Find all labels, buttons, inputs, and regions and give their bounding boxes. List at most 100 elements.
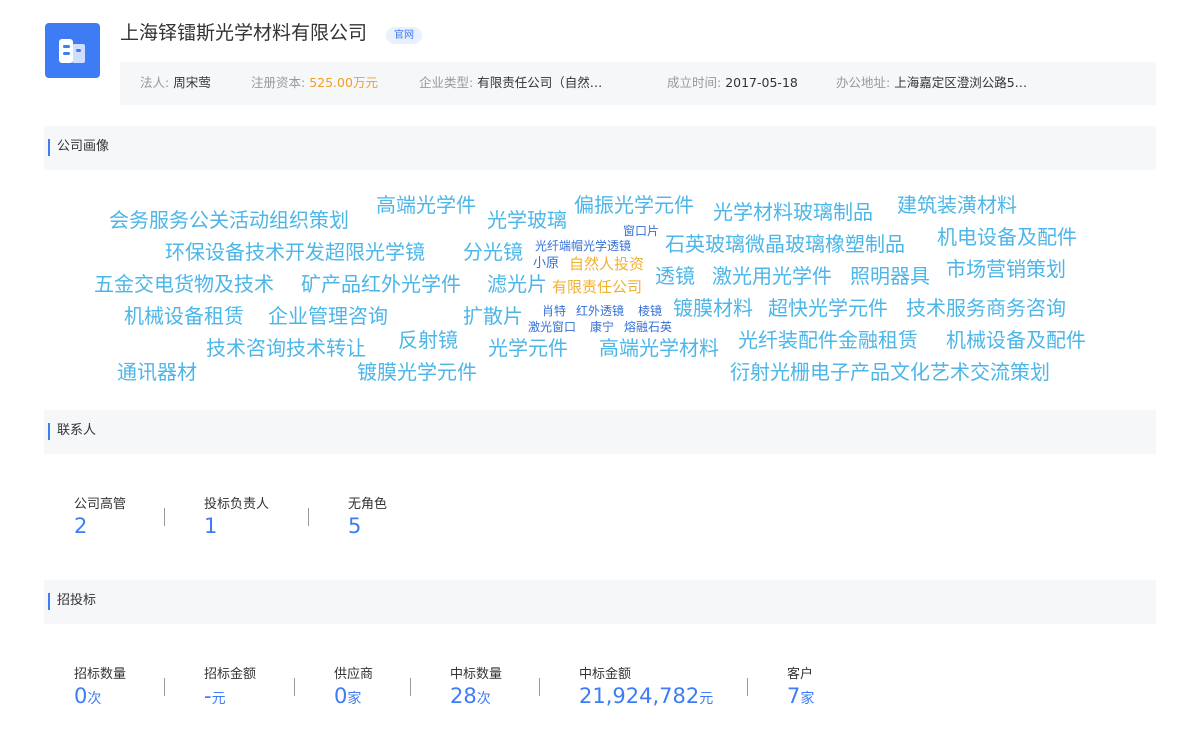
company-logo	[45, 23, 100, 78]
legal-rep-label: 法人:	[140, 75, 170, 90]
stat-number: -	[204, 684, 212, 708]
cloud-word[interactable]: 滤光片	[487, 274, 547, 294]
bid-stat-suppliers[interactable]: 供应商 0家	[334, 663, 373, 708]
capital-value: 525.00万元	[309, 75, 378, 90]
cloud-word[interactable]: 光学材料玻璃制品	[713, 202, 873, 222]
cloud-word[interactable]: 高端光学件	[376, 195, 476, 215]
cloud-word[interactable]: 机电设备及配件	[937, 227, 1077, 247]
cloud-word[interactable]: 熔融石英	[624, 321, 672, 333]
stat-unit: 元	[211, 691, 226, 707]
bid-stat-customers[interactable]: 客户 7家	[787, 663, 814, 708]
cloud-word[interactable]: 偏振光学元件	[574, 195, 694, 215]
stat-unit: 家	[800, 691, 815, 707]
cloud-word[interactable]: 扩散片	[463, 306, 523, 326]
bid-stat-tender-amount[interactable]: 招标金额 -元	[204, 663, 256, 708]
cloud-word[interactable]: 衍射光栅电子产品文化艺术交流策划	[730, 362, 1050, 382]
stat-number: 28	[450, 684, 477, 708]
divider	[294, 678, 295, 696]
cloud-word[interactable]: 镀膜光学元件	[357, 362, 477, 382]
cloud-word[interactable]: 红外透镜	[576, 305, 624, 317]
bid-stat-win-count[interactable]: 中标数量 28次	[450, 663, 502, 708]
founded-value: 2017-05-18	[725, 75, 798, 90]
cloud-word[interactable]: 环保设备技术开发超限光学镜	[165, 242, 425, 262]
capital-label: 注册资本:	[251, 75, 306, 90]
stat-label: 投标负责人	[204, 497, 270, 512]
section-bidding: 招投标	[44, 580, 1156, 624]
stat-value: 28次	[450, 684, 502, 708]
address-value: 上海嘉定区澄浏公路5…	[894, 75, 1028, 90]
cloud-word[interactable]: 照明器具	[850, 266, 930, 286]
bid-stat-win-amount[interactable]: 中标金额 21,924,782元	[579, 663, 713, 708]
cloud-word[interactable]: 机械设备租赁	[124, 306, 244, 326]
legal-rep-value[interactable]: 周宋莺	[173, 75, 211, 90]
word-cloud: 会务服务公关活动组织策划 高端光学件 光学玻璃 偏振光学元件 光学材料玻璃制品 …	[44, 175, 1156, 400]
cloud-word[interactable]: 矿产品红外光学件	[301, 274, 461, 294]
cloud-word[interactable]: 反射镜	[398, 330, 458, 350]
cloud-word[interactable]: 企业管理咨询	[268, 306, 388, 326]
stat-label: 招标金额	[204, 667, 257, 682]
cloud-word[interactable]: 分光镜	[463, 242, 523, 262]
cloud-word[interactable]: 窗口片	[623, 225, 659, 237]
cloud-word[interactable]: 技术咨询技术转让	[206, 338, 366, 358]
stat-value: 0家	[334, 684, 373, 708]
cloud-word[interactable]: 有限责任公司	[552, 280, 642, 295]
stat-label: 供应商	[334, 667, 374, 682]
company-info-bar: 法人: 周宋莺 注册资本: 525.00万元 企业类型: 有限责任公司（自然… …	[120, 62, 1156, 105]
stat-label: 无角色	[348, 497, 388, 512]
cloud-word[interactable]: 建筑装潢材料	[897, 195, 1017, 215]
cloud-word[interactable]: 康宁	[590, 321, 614, 333]
stat-number: 0	[334, 684, 348, 708]
company-type: 企业类型: 有限责任公司（自然…	[419, 62, 602, 105]
stat-label: 公司高管	[74, 497, 127, 512]
stat-value: 5	[348, 514, 362, 538]
cloud-word[interactable]: 通讯器材	[117, 362, 197, 382]
cloud-word[interactable]: 超快光学元件	[768, 298, 888, 318]
cloud-word[interactable]: 光纤端帽光学透镜	[535, 240, 631, 252]
cloud-word[interactable]: 石英玻璃微晶玻璃橡塑制品	[665, 234, 905, 254]
registered-capital: 注册资本: 525.00万元	[251, 62, 378, 105]
stat-label: 中标金额	[579, 667, 632, 682]
cloud-word[interactable]: 光学元件	[488, 338, 568, 358]
founded-label: 成立时间:	[667, 75, 722, 90]
stat-label: 中标数量	[450, 667, 503, 682]
stat-unit: 家	[347, 691, 362, 707]
cloud-word[interactable]: 机械设备及配件	[946, 330, 1086, 350]
stat-value: 0次	[74, 684, 126, 708]
official-site-badge[interactable]: 官网	[386, 27, 422, 44]
stat-label: 招标数量	[74, 667, 127, 682]
divider	[308, 508, 309, 526]
cloud-word[interactable]: 镀膜材料	[673, 298, 753, 318]
cloud-word[interactable]: 激光窗口	[528, 321, 576, 333]
stat-number: 21,924,782	[579, 684, 700, 708]
cloud-word[interactable]: 市场营销策划	[946, 259, 1066, 279]
office-address: 办公地址: 上海嘉定区澄浏公路5…	[836, 62, 1027, 105]
cloud-word[interactable]: 肖特	[542, 305, 566, 317]
section-title: 公司画像	[57, 139, 110, 154]
contact-stat-executives[interactable]: 公司高管 2	[74, 493, 126, 538]
cloud-word[interactable]: 会务服务公关活动组织策划	[109, 210, 349, 230]
cloud-word[interactable]: 激光用光学件	[712, 266, 832, 286]
stat-number: 0	[74, 684, 88, 708]
cloud-word[interactable]: 棱镜	[638, 305, 662, 317]
cloud-word[interactable]: 光纤装配件金融租赁	[738, 330, 918, 350]
cloud-word[interactable]: 小原	[533, 257, 559, 270]
divider	[164, 678, 165, 696]
company-name: 上海铎镭斯光学材料有限公司	[120, 22, 368, 44]
cloud-word[interactable]: 自然人投资	[569, 257, 644, 272]
section-accent-bar	[48, 593, 50, 610]
type-label: 企业类型:	[419, 75, 474, 90]
stat-label: 客户	[787, 667, 814, 682]
cloud-word[interactable]: 光学玻璃	[487, 210, 567, 230]
cloud-word[interactable]: 透镜	[655, 266, 695, 286]
bid-stat-tender-count[interactable]: 招标数量 0次	[74, 663, 126, 708]
cloud-word[interactable]: 技术服务商务咨询	[906, 298, 1066, 318]
stat-value: 7家	[787, 684, 814, 708]
contact-stat-no-role[interactable]: 无角色 5	[348, 493, 387, 538]
type-value: 有限责任公司（自然…	[477, 75, 603, 90]
cloud-word[interactable]: 高端光学材料	[599, 338, 719, 358]
contact-stat-bid-leads[interactable]: 投标负责人 1	[204, 493, 269, 538]
address-label: 办公地址:	[836, 75, 891, 90]
divider	[164, 508, 165, 526]
section-title: 招投标	[57, 593, 97, 608]
cloud-word[interactable]: 五金交电货物及技术	[94, 274, 274, 294]
